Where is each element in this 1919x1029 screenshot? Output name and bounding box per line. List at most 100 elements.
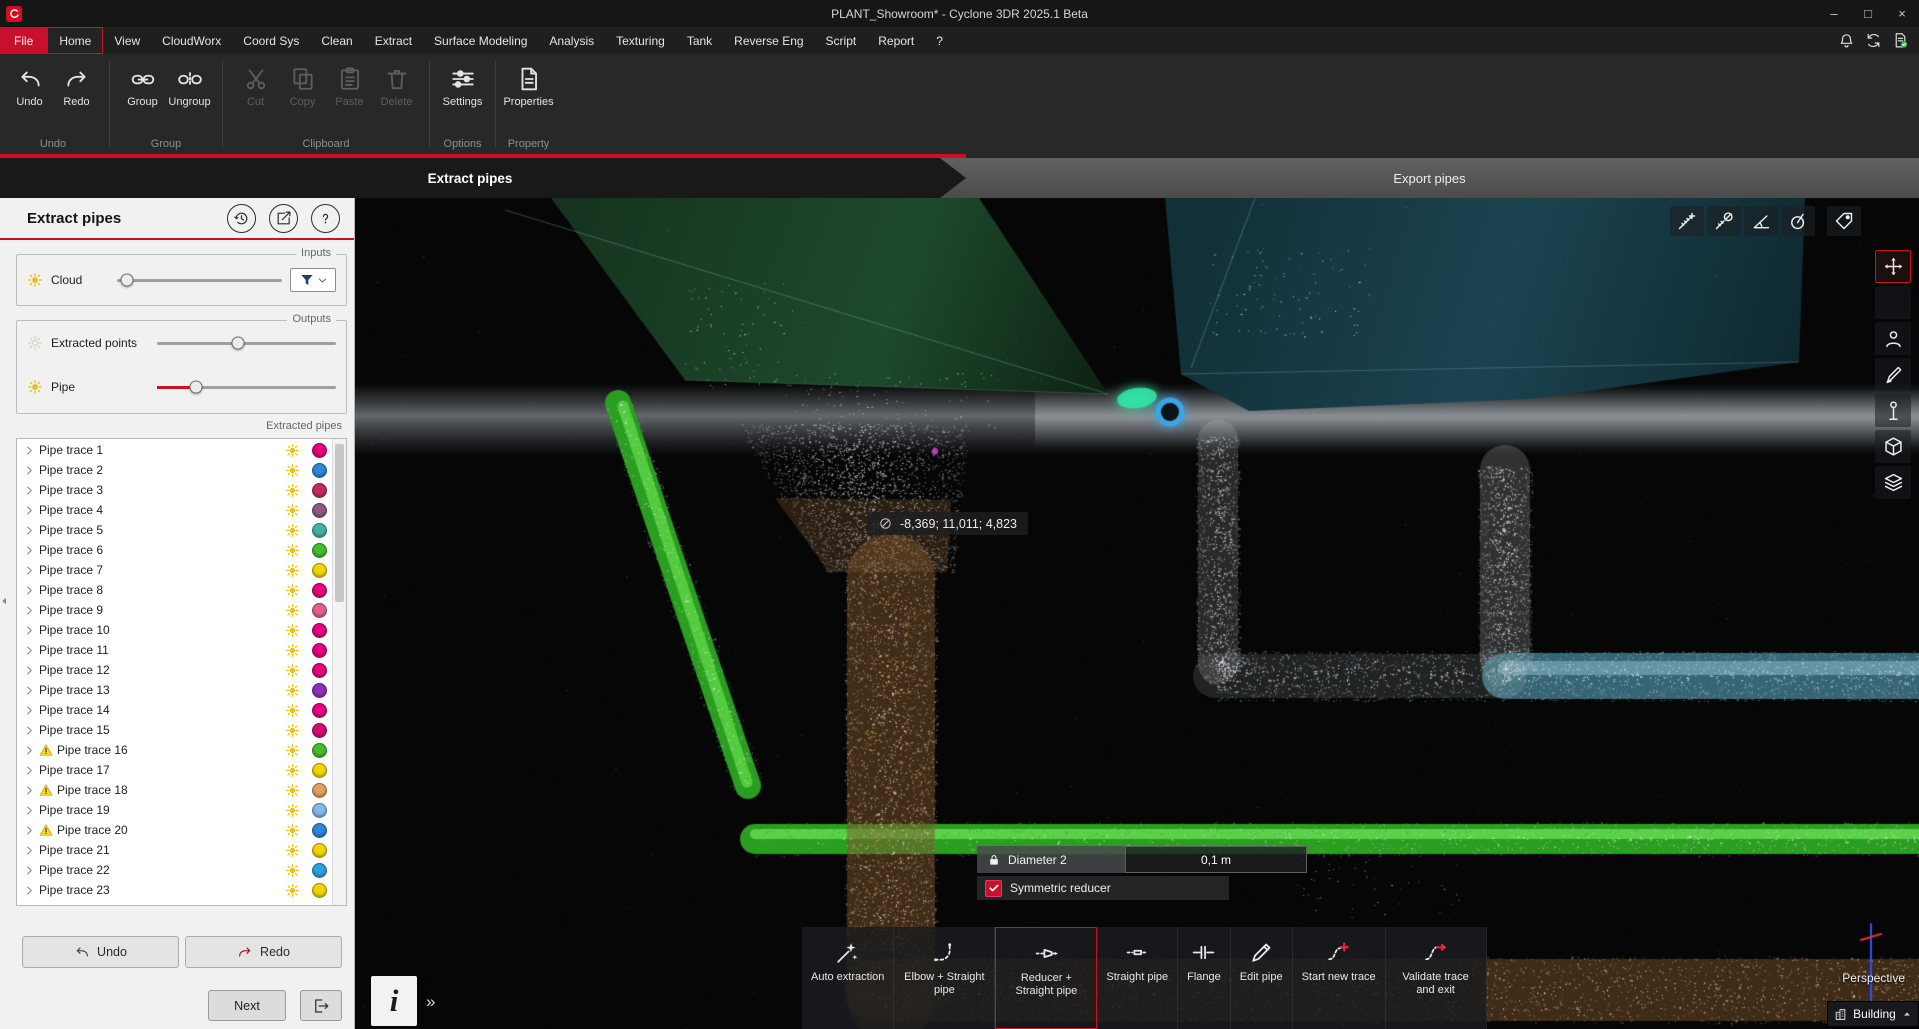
pipe-color-swatch[interactable] [312, 823, 327, 838]
symmetric-reducer-option[interactable]: Symmetric reducer [977, 876, 1229, 900]
properties-button[interactable]: Properties [505, 58, 552, 108]
visibility-bulb-icon[interactable] [285, 723, 300, 738]
pipe-trace-row[interactable]: Pipe trace 12 [17, 660, 333, 680]
pipe-trace-row[interactable]: Pipe trace 7 [17, 560, 333, 580]
maximize-button[interactable]: □ [1851, 0, 1885, 27]
export-button[interactable] [269, 204, 298, 233]
pipe-trace-row[interactable]: Pipe trace 8 [17, 580, 333, 600]
pipe-color-swatch[interactable] [312, 763, 327, 778]
exit-command-button[interactable] [300, 990, 342, 1021]
pipe-trace-row[interactable]: Pipe trace 14 [17, 700, 333, 720]
pipe-trace-row[interactable]: Pipe trace 5 [17, 520, 333, 540]
lock-icon[interactable] [987, 853, 1001, 867]
pipe-color-swatch[interactable] [312, 583, 327, 598]
edit-pipe-button[interactable]: Edit pipe [1231, 927, 1293, 1029]
expander-icon[interactable] [24, 505, 35, 516]
visibility-bulb-icon[interactable] [285, 843, 300, 858]
flange-button[interactable]: Flange [1178, 927, 1231, 1029]
extracted-points-bulb-icon[interactable] [27, 335, 43, 351]
visibility-bulb-icon[interactable] [285, 623, 300, 638]
visibility-bulb-icon[interactable] [285, 483, 300, 498]
menu-surface-modeling[interactable]: Surface Modeling [423, 27, 538, 54]
pipe-color-swatch[interactable] [312, 483, 327, 498]
visibility-bulb-icon[interactable] [285, 563, 300, 578]
slider-handle[interactable] [120, 274, 133, 287]
pipe-trace-row[interactable]: Pipe trace 11 [17, 640, 333, 660]
expander-icon[interactable] [24, 485, 35, 496]
collapse-panel-button[interactable] [0, 590, 9, 612]
expand-info-icon[interactable]: » [426, 992, 435, 1026]
expander-icon[interactable] [24, 885, 35, 896]
slider-handle[interactable] [190, 381, 203, 394]
expander-icon[interactable] [24, 565, 35, 576]
3d-viewport[interactable]: -8,369; 11,011; 4,823 Diameter 2 0,1 m S… [355, 198, 1919, 1029]
pipe-trace-row[interactable]: Pipe trace 21 [17, 840, 333, 860]
fit-view-button[interactable] [1875, 286, 1911, 319]
tag-button[interactable] [1827, 206, 1861, 236]
visibility-bulb-icon[interactable] [285, 443, 300, 458]
redo-button[interactable]: Redo [53, 58, 100, 108]
pipe-color-swatch[interactable] [312, 443, 327, 458]
layers-button[interactable] [1875, 466, 1911, 499]
pipe-trace-row[interactable]: Pipe trace 22 [17, 860, 333, 880]
pipe-trace-row[interactable]: Pipe trace 10 [17, 620, 333, 640]
history-button[interactable] [227, 204, 256, 233]
pipe-color-swatch[interactable] [312, 643, 327, 658]
reducer-straight-pipe-button[interactable]: Reducer + Straight pipe [995, 927, 1097, 1029]
pipe-color-swatch[interactable] [312, 623, 327, 638]
expander-icon[interactable] [24, 785, 35, 796]
diameter-value-field[interactable]: 0,1 m [1125, 846, 1307, 873]
view-mode-button[interactable]: Building [1827, 1001, 1919, 1027]
start-new-trace-button[interactable]: Start new trace [1293, 927, 1386, 1029]
pipe-slider[interactable] [157, 386, 336, 389]
pipe-color-swatch[interactable] [312, 803, 327, 818]
pipe-color-swatch[interactable] [312, 523, 327, 538]
expander-icon[interactable] [24, 745, 35, 756]
visibility-bulb-icon[interactable] [285, 703, 300, 718]
delete-button[interactable]: Delete [373, 58, 420, 108]
expander-icon[interactable] [24, 465, 35, 476]
pipe-color-swatch[interactable] [312, 703, 327, 718]
pipe-trace-row[interactable]: Pipe trace 23 [17, 880, 333, 900]
paint-button[interactable] [1875, 358, 1911, 391]
pipe-trace-row[interactable]: Pipe trace 1 [17, 440, 333, 460]
cube-button[interactable] [1875, 430, 1911, 463]
ungroup-button[interactable]: Ungroup [166, 58, 213, 108]
sync-icon[interactable] [1865, 32, 1882, 49]
pipe-color-swatch[interactable] [312, 543, 327, 558]
expander-icon[interactable] [24, 845, 35, 856]
visibility-bulb-icon[interactable] [285, 803, 300, 818]
visibility-bulb-icon[interactable] [285, 783, 300, 798]
expander-icon[interactable] [24, 765, 35, 776]
menu-cloudworx[interactable]: CloudWorx [151, 27, 232, 54]
pipe-color-swatch[interactable] [312, 503, 327, 518]
pipe-trace-row[interactable]: Pipe trace 15 [17, 720, 333, 740]
copy-button[interactable]: Copy [279, 58, 326, 108]
pipe-trace-row[interactable]: Pipe trace 6 [17, 540, 333, 560]
menu-reverse-eng[interactable]: Reverse Eng [723, 27, 814, 54]
cloud-transparency-slider[interactable] [117, 279, 282, 282]
workflow-step-extract-pipes[interactable]: Extract pipes [0, 158, 940, 198]
expander-icon[interactable] [24, 685, 35, 696]
menu-file[interactable]: File [0, 27, 47, 54]
group-button[interactable]: Group [119, 58, 166, 108]
point-cloud-scene[interactable] [355, 198, 1919, 1029]
panel-undo-button[interactable]: Undo [22, 936, 179, 968]
document-badge-icon[interactable] [1892, 32, 1909, 49]
menu-report[interactable]: Report [867, 27, 925, 54]
menu-coord-sys[interactable]: Coord Sys [232, 27, 310, 54]
validate-trace-and-exit-button[interactable]: Validate trace and exit [1386, 927, 1487, 1029]
expander-icon[interactable] [24, 725, 35, 736]
straight-pipe-button[interactable]: Straight pipe [1097, 927, 1178, 1029]
next-button[interactable]: Next [208, 990, 286, 1021]
menu-script[interactable]: Script [815, 27, 868, 54]
visibility-bulb-icon[interactable] [285, 883, 300, 898]
close-button[interactable]: × [1885, 0, 1919, 27]
pipe-trace-row[interactable]: Pipe trace 17 [17, 760, 333, 780]
visibility-bulb-icon[interactable] [285, 603, 300, 618]
scrollbar-thumb[interactable] [335, 444, 344, 602]
pipe-color-swatch[interactable] [312, 603, 327, 618]
pipe-trace-row[interactable]: Pipe trace 2 [17, 460, 333, 480]
visibility-bulb-icon[interactable] [285, 543, 300, 558]
pipe-trace-row[interactable]: Pipe trace 9 [17, 600, 333, 620]
